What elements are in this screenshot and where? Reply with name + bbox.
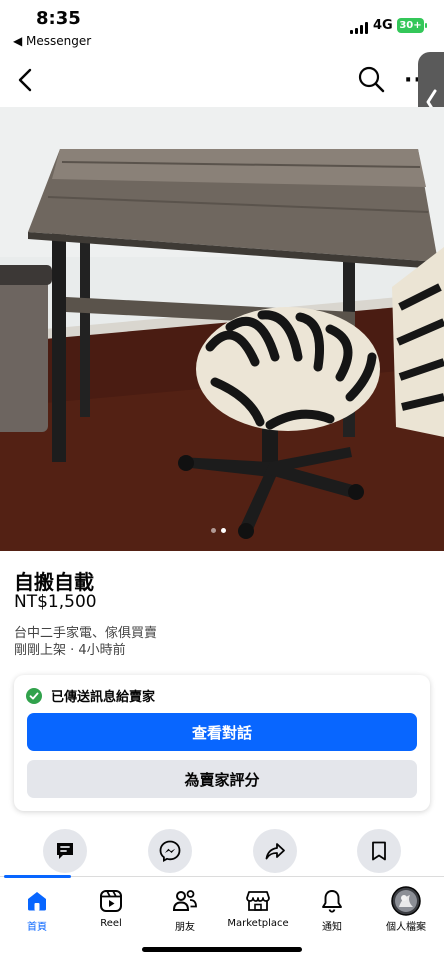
search-icon [358, 66, 385, 93]
message-sent-text: 已傳送訊息給賣家 [51, 690, 156, 705]
tab-marketplace-label: Marketplace [227, 918, 289, 929]
avatar [391, 886, 421, 916]
friends-icon [172, 890, 197, 911]
battery-level: 30+ [399, 20, 422, 31]
share-button[interactable] [253, 829, 297, 873]
tab-profile-label: 個人檔案 [386, 922, 426, 933]
message-seller-button[interactable] [43, 829, 87, 873]
listing-title: 自搬自載 [14, 570, 94, 594]
tab-notifications[interactable]: 通知 [292, 886, 372, 933]
listing-photo[interactable] [0, 107, 444, 551]
rate-seller-button[interactable]: 為賣家評分 [27, 760, 417, 798]
listing-time: 剛剛上架 · 4小時前 [14, 643, 126, 658]
messenger-button[interactable] [148, 829, 192, 873]
photo-pager[interactable] [211, 528, 226, 533]
status-bar: 8:35 ◀ Messenger 4G 30+ [0, 0, 444, 52]
share-icon [265, 843, 285, 860]
home-indicator [142, 947, 302, 952]
marketplace-icon [246, 891, 270, 911]
back-button[interactable] [12, 64, 40, 96]
chat-bubble-icon [57, 843, 73, 859]
save-button[interactable] [357, 829, 401, 873]
reel-icon [100, 890, 122, 912]
message-sent-card: 已傳送訊息給賣家 查看對話 為賣家評分 [14, 675, 430, 811]
tab-profile[interactable]: 個人檔案 [366, 886, 444, 933]
tab-friends-label: 朋友 [175, 922, 195, 933]
tab-reel-label: Reel [100, 918, 122, 929]
back-to-messenger-link[interactable]: ◀ Messenger [13, 34, 91, 48]
tab-home[interactable]: 首頁 [0, 886, 77, 933]
status-time: 8:35 [36, 8, 81, 29]
tab-home-label: 首頁 [27, 922, 47, 933]
battery-icon: 30+ [397, 18, 427, 33]
view-conversation-button[interactable]: 查看對話 [27, 713, 417, 751]
network-type: 4G [373, 18, 393, 33]
search-button[interactable] [356, 64, 386, 94]
bell-icon [322, 890, 342, 913]
pager-dot[interactable] [211, 528, 216, 533]
messenger-icon [159, 840, 181, 863]
chevron-left-icon [18, 68, 32, 92]
home-icon [28, 892, 46, 911]
listing-price: NT$1,500 [14, 592, 97, 612]
tab-marketplace[interactable]: Marketplace [218, 886, 298, 929]
tab-friends[interactable]: 朋友 [145, 886, 225, 933]
message-sent-status: 已傳送訊息給賣家 [26, 686, 155, 705]
signal-icon [350, 22, 368, 34]
pager-dot-active[interactable] [221, 528, 226, 533]
check-circle-icon [26, 687, 42, 704]
tab-reel[interactable]: Reel [71, 886, 151, 929]
bookmark-icon [372, 841, 386, 861]
active-tab-indicator [4, 875, 71, 878]
tab-notifications-label: 通知 [322, 922, 342, 933]
